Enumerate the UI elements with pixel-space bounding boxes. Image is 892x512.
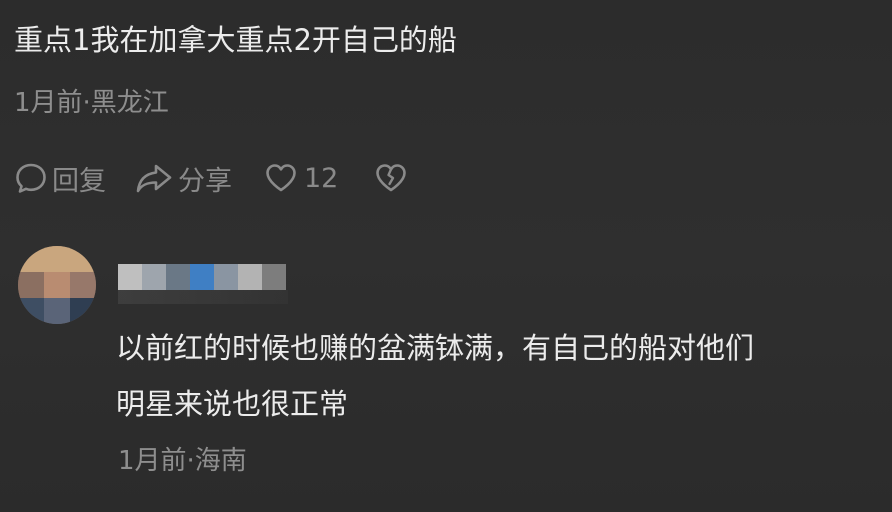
heart-icon — [266, 164, 296, 192]
reply-meta: 1月前·海南 — [118, 446, 247, 476]
comment-meta: 1月前·黑龙江 — [14, 88, 169, 118]
reply-text: 以前红的时候也赚的盆满钵满，有自己的船对他们 明星来说也很正常 — [116, 320, 886, 432]
avatar[interactable] — [18, 246, 96, 324]
like-button[interactable]: 12 — [264, 162, 338, 194]
top-comment: 重点1我在加拿大重点2开自己的船 1月前·黑龙江 — [14, 20, 874, 120]
reply-label: 回复 — [52, 165, 106, 197]
comment-actions: 回复 分享 12 — [14, 158, 408, 198]
share-button[interactable]: 分享 — [134, 159, 232, 198]
like-count: 12 — [304, 162, 339, 194]
share-arrow-icon — [136, 164, 172, 193]
username-blur-shadow — [118, 290, 288, 304]
reply-text-line: 明星来说也很正常 — [116, 387, 349, 421]
username-blurred[interactable] — [118, 264, 286, 290]
dislike-button[interactable] — [374, 162, 408, 194]
reply-text-line: 以前红的时候也赚的盆满钵满，有自己的船对他们 — [116, 331, 755, 365]
reply-button[interactable]: 回复 — [14, 159, 106, 198]
share-label: 分享 — [178, 165, 232, 197]
comment-text: 重点1我在加拿大重点2开自己的船 — [14, 23, 457, 57]
broken-heart-icon — [376, 164, 407, 192]
comment-thread: 重点1我在加拿大重点2开自己的船 1月前·黑龙江 回复 分享 12 以前红的时候… — [0, 0, 892, 512]
reply-comment: 以前红的时候也赚的盆满钵满，有自己的船对他们 明星来说也很正常 1月前·海南 — [0, 240, 892, 512]
comment-bubble-icon — [16, 163, 46, 193]
